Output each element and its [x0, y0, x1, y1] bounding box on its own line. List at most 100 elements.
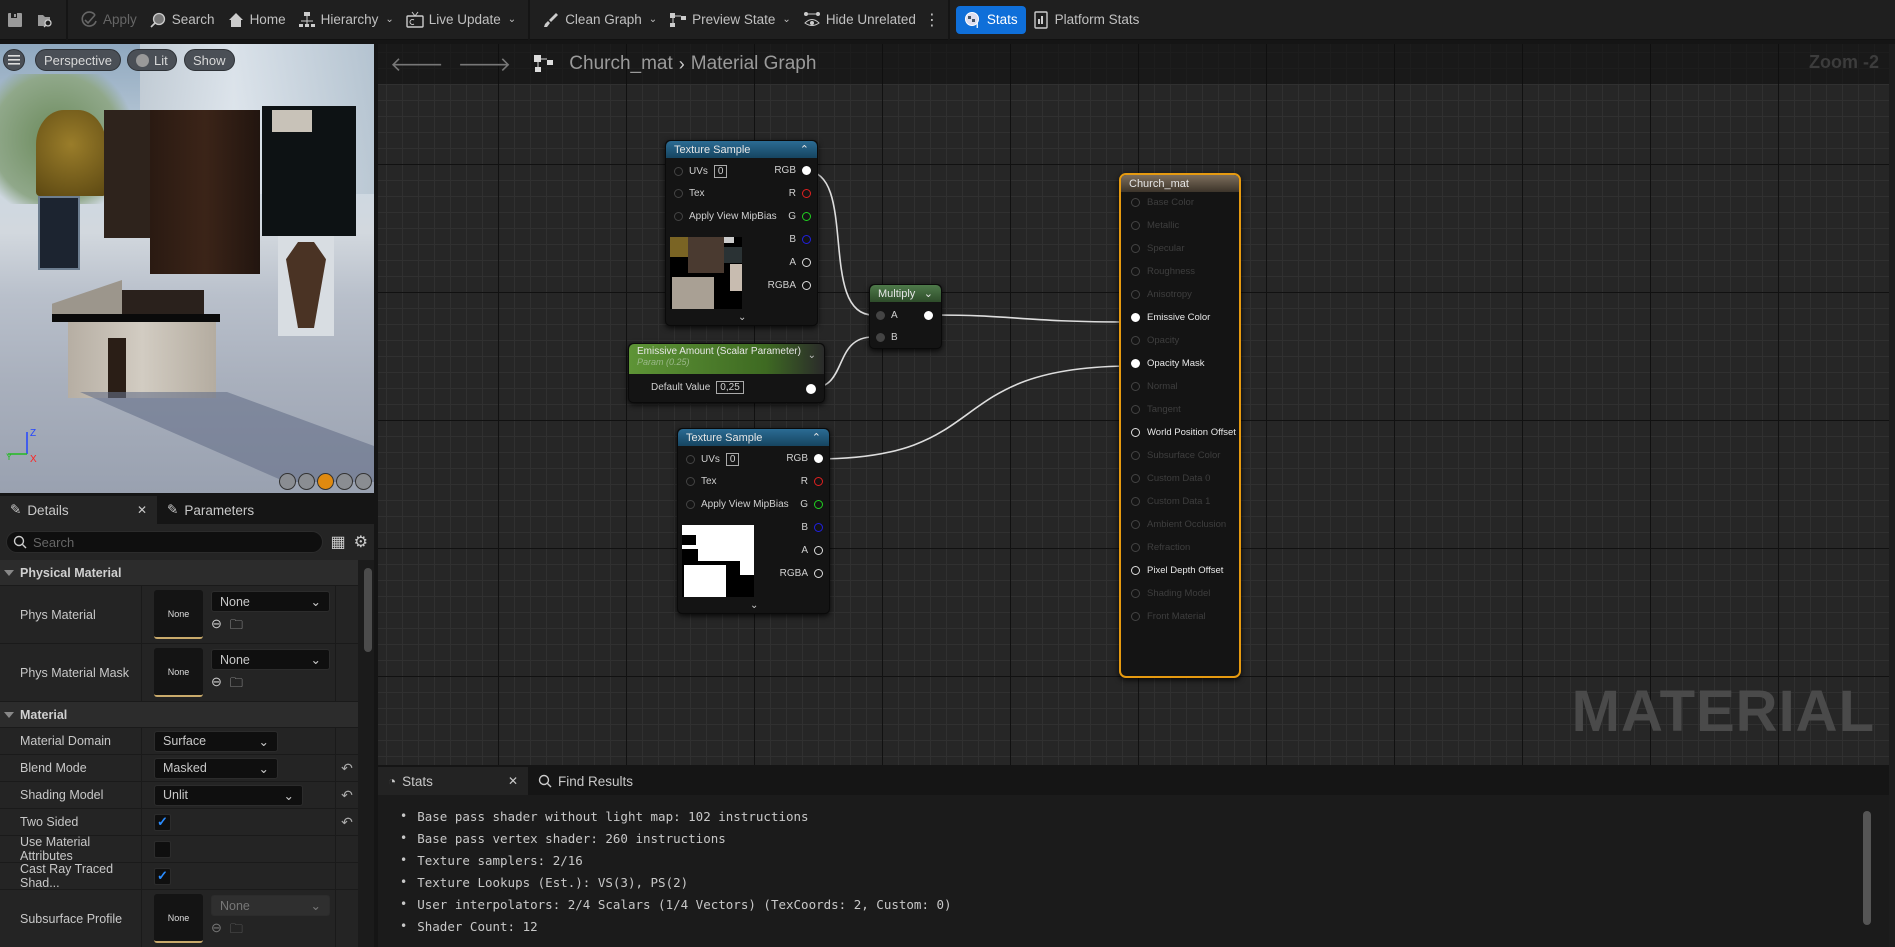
perspective-button[interactable]: Perspective [35, 49, 121, 71]
input-pin[interactable] [1131, 382, 1140, 391]
tab-stats[interactable]: ◔ Stats ✕ [378, 767, 528, 795]
result-pin-anisotropy[interactable]: Anisotropy [1131, 289, 1192, 300]
input-pin[interactable] [1131, 474, 1140, 483]
input-pin[interactable] [1131, 244, 1140, 253]
material-domain-combo[interactable]: Surface ⌄ [154, 730, 278, 752]
g-output-pin[interactable] [802, 212, 811, 221]
phys-material-combo[interactable]: None ⌄ [211, 591, 330, 612]
hierarchy-dropdown[interactable]: Hierarchy ⌄ [292, 6, 400, 34]
input-pin[interactable] [1131, 267, 1140, 276]
close-icon[interactable]: ✕ [137, 503, 147, 517]
default-value-field[interactable]: 0,25 [716, 381, 744, 394]
input-pin[interactable] [1131, 589, 1140, 598]
input-pin[interactable] [1131, 520, 1140, 529]
expand-icon[interactable]: ⌄ [750, 600, 758, 611]
uvs-input-pin[interactable] [686, 455, 695, 464]
preview-state-dropdown[interactable]: Preview State ⌄ [663, 6, 797, 34]
custom-mesh-button[interactable] [355, 473, 372, 490]
collapse-icon[interactable]: ⌃ [812, 431, 821, 444]
uv-index-field[interactable]: 0 [713, 165, 728, 178]
tab-find-results[interactable]: Find Results [528, 767, 643, 795]
details-scrollbar[interactable] [364, 568, 372, 652]
stats-scrollbar[interactable] [1863, 811, 1871, 925]
rgba-output-pin[interactable] [802, 281, 811, 290]
result-pin-roughness[interactable]: Roughness [1131, 266, 1195, 277]
chevron-down-icon[interactable]: ⌄ [924, 287, 933, 300]
tex-input-pin[interactable] [686, 477, 695, 486]
asset-thumbnail[interactable]: None [154, 590, 203, 639]
tex-input-pin[interactable] [674, 189, 683, 198]
expand-icon[interactable]: ⌄ [738, 312, 746, 323]
home-button[interactable]: Home [221, 6, 292, 34]
reset-icon[interactable]: ↶ [336, 755, 358, 781]
input-pin[interactable] [1131, 359, 1140, 368]
a-output-pin[interactable] [802, 258, 811, 267]
b-output-pin[interactable] [802, 235, 811, 244]
result-pin-normal[interactable]: Normal [1131, 381, 1178, 392]
result-pin-base-color[interactable]: Base Color [1131, 197, 1194, 208]
reset-icon[interactable]: ↶ [336, 782, 358, 808]
multiply-node[interactable]: Multiply ⌄ A B [869, 284, 942, 349]
show-button[interactable]: Show [184, 49, 235, 71]
use-selected-icon[interactable]: ⊖ [211, 674, 222, 696]
result-pin-subsurface-color[interactable]: Subsurface Color [1131, 450, 1220, 461]
result-pin-custom-data-0[interactable]: Custom Data 0 [1131, 473, 1210, 484]
rgb-output-pin[interactable] [802, 166, 811, 175]
asset-thumbnail[interactable]: None [154, 648, 203, 697]
input-pin[interactable] [1131, 497, 1140, 506]
g-output-pin[interactable] [814, 500, 823, 509]
browse-button[interactable] [30, 6, 60, 34]
asset-thumbnail[interactable]: None [154, 894, 203, 943]
browse-asset-icon[interactable]: 🗀 [230, 920, 243, 942]
table-view-icon[interactable]: ▦ [331, 532, 346, 552]
texture-sample-node-1[interactable]: Texture Sample ⌃ UVs 0 Tex Apply View MipB… [665, 140, 818, 326]
input-pin[interactable] [1131, 543, 1140, 552]
blend-mode-combo[interactable]: Masked ⌄ [154, 757, 278, 779]
lit-button[interactable]: Lit [127, 49, 177, 71]
input-pin[interactable] [1131, 612, 1140, 621]
result-pin-tangent[interactable]: Tangent [1131, 404, 1181, 415]
plane-mesh-button[interactable] [317, 473, 334, 490]
viewport-menu-button[interactable] [3, 49, 25, 71]
cube-mesh-button[interactable] [336, 473, 353, 490]
b-input-pin[interactable] [876, 333, 885, 342]
result-pin-front-material[interactable]: Front Material [1131, 611, 1206, 622]
collapse-icon[interactable]: ⌃ [800, 143, 809, 156]
rgb-output-pin[interactable] [814, 454, 823, 463]
mipbias-input-pin[interactable] [686, 500, 695, 509]
uv-index-field[interactable]: 0 [725, 453, 740, 466]
live-update-dropdown[interactable]: Live Update ⌄ [400, 6, 522, 34]
use-material-attributes-checkbox[interactable] [154, 840, 171, 858]
result-pin-emissive-color[interactable]: Emissive Color [1131, 312, 1210, 323]
result-pin-opacity-mask[interactable]: Opacity Mask [1131, 358, 1205, 369]
input-pin[interactable] [1131, 451, 1140, 460]
r-output-pin[interactable] [814, 477, 823, 486]
browse-asset-icon[interactable]: 🗀 [230, 616, 243, 638]
r-output-pin[interactable] [802, 189, 811, 198]
gear-icon[interactable]: ⚙ [354, 532, 368, 552]
cast-ray-traced-shadows-checkbox[interactable]: ✓ [154, 867, 171, 885]
close-icon[interactable]: ✕ [508, 774, 518, 788]
stats-button[interactable]: i Stats [955, 5, 1026, 34]
b-output-pin[interactable] [814, 523, 823, 532]
scalar-output-pin[interactable] [806, 384, 816, 394]
search-button[interactable]: Search [143, 6, 221, 34]
result-pin-metallic[interactable]: Metallic [1131, 220, 1179, 231]
tab-parameters[interactable]: ✎ Parameters [157, 496, 264, 524]
texture-sample-node-2[interactable]: Texture Sample ⌃ UVs 0 Tex Apply View MipB… [677, 428, 830, 614]
result-pin-world-position-offset[interactable]: World Position Offset [1131, 427, 1236, 438]
result-pin-opacity[interactable]: Opacity [1131, 335, 1179, 346]
result-pin-ambient-occlusion[interactable]: Ambient Occlusion [1131, 519, 1226, 530]
tab-details[interactable]: ✎ Details ✕ [0, 496, 157, 524]
emissive-amount-scalar-node[interactable]: Emissive Amount (Scalar Parameter) Param… [628, 343, 825, 403]
result-pin-pixel-depth-offset[interactable]: Pixel Depth Offset [1131, 565, 1223, 576]
cylinder-mesh-button[interactable] [279, 473, 296, 490]
input-pin[interactable] [1131, 221, 1140, 230]
result-pin-specular[interactable]: Specular [1131, 243, 1185, 254]
platform-stats-button[interactable]: Platform Stats [1026, 6, 1146, 34]
input-pin[interactable] [1131, 566, 1140, 575]
result-pin-shading-model[interactable]: Shading Model [1131, 588, 1210, 599]
use-selected-icon[interactable]: ⊖ [211, 920, 222, 942]
input-pin[interactable] [1131, 336, 1140, 345]
input-pin[interactable] [1131, 313, 1140, 322]
